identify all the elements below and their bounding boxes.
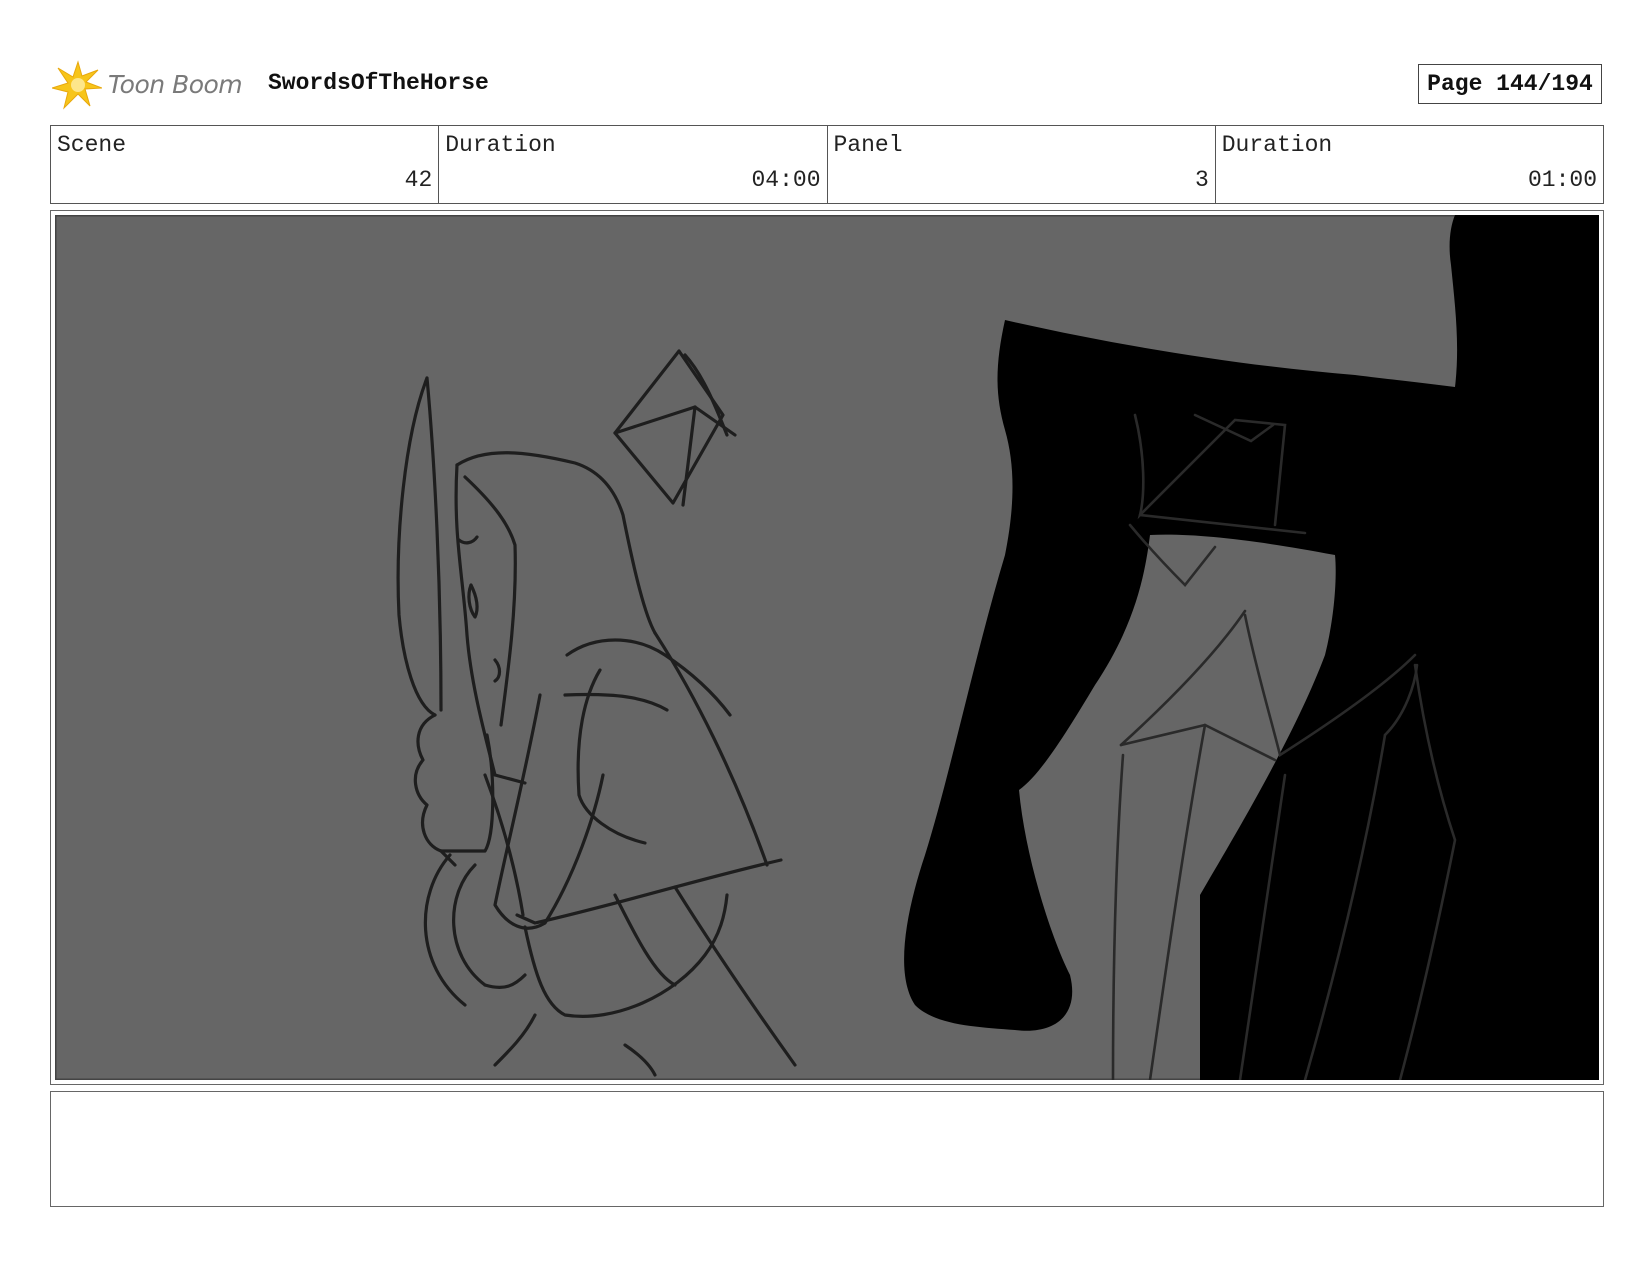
scene-duration-label: Duration	[445, 132, 556, 158]
panel-duration-value: 01:00	[1527, 167, 1597, 193]
starburst-logo-icon	[52, 60, 102, 110]
scene-value: 42	[404, 167, 433, 193]
panel-duration-cell: Duration 01:00	[1216, 126, 1603, 203]
scene-duration-value: 04:00	[751, 167, 821, 193]
scene-label: Scene	[57, 132, 127, 158]
scene-info-table: Scene 42 Duration 04:00 Panel 3 Duration…	[50, 125, 1604, 204]
scene-cell: Scene 42	[51, 126, 440, 203]
panel-value: 3	[1194, 167, 1209, 193]
page-number: Page 144/194	[1418, 64, 1602, 104]
toon-boom-logo: Toon Boom	[52, 58, 243, 110]
panel-duration-label: Duration	[1221, 132, 1333, 158]
panel-label: Panel	[833, 132, 903, 158]
project-title: SwordsOfTheHorse	[268, 70, 489, 96]
scene-duration-cell: Duration 04:00	[439, 126, 828, 203]
storyboard-panel	[50, 210, 1604, 1085]
caption-box	[50, 1091, 1604, 1207]
panel-cell: Panel 3	[828, 126, 1216, 203]
logo-text: Toon Boom	[108, 69, 243, 99]
storyboard-sketch	[55, 215, 1599, 1080]
